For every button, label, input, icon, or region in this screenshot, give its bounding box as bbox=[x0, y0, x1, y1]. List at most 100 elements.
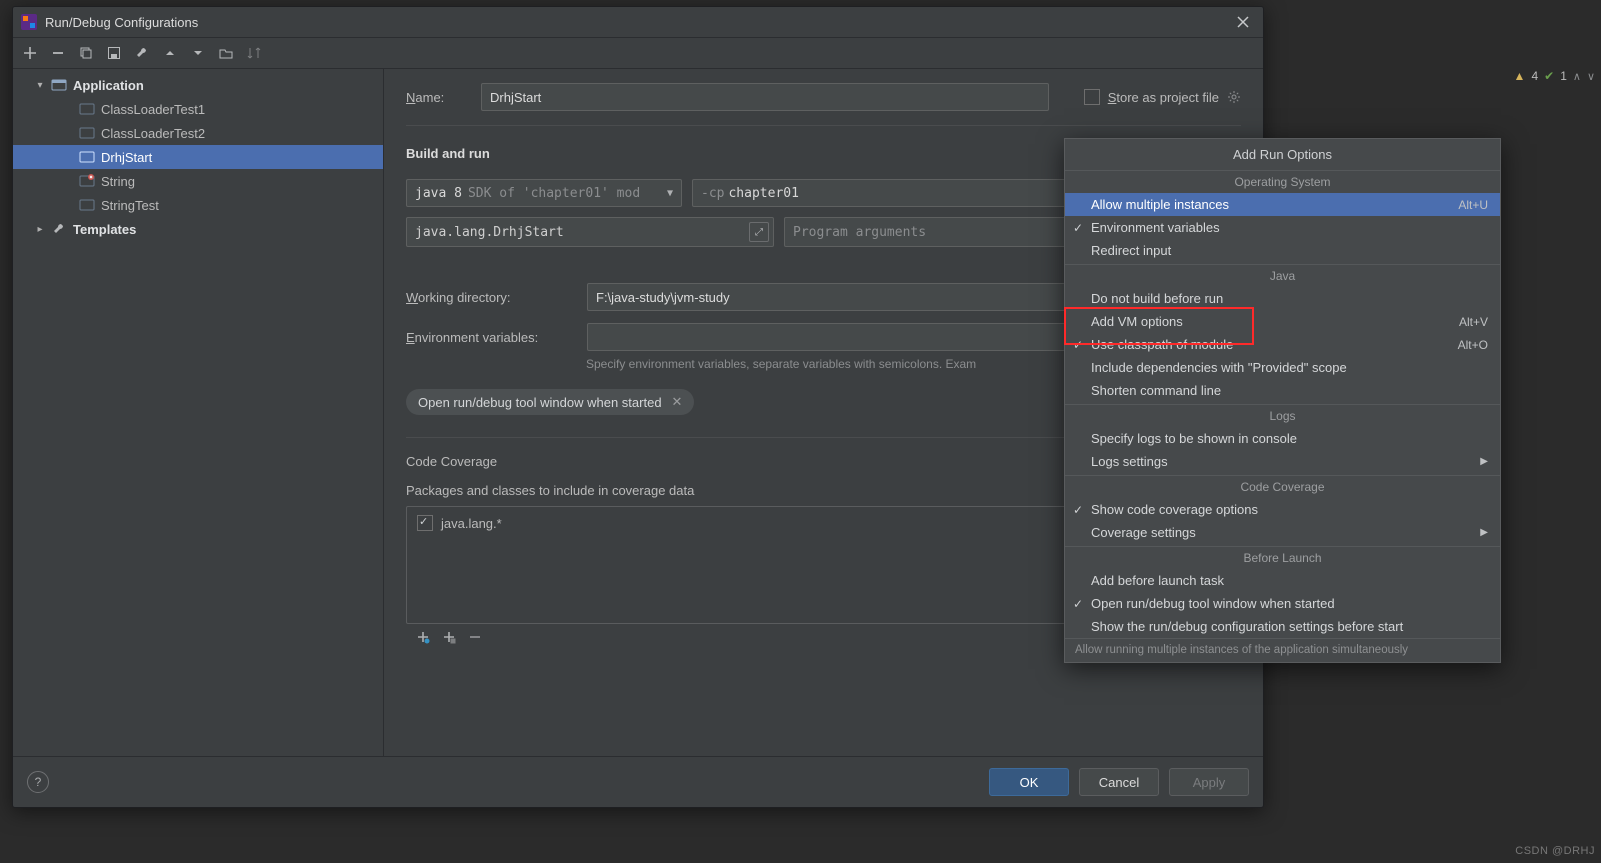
add-icon[interactable] bbox=[23, 46, 37, 60]
wrench-icon[interactable] bbox=[135, 46, 149, 60]
menu-item[interactable]: Allow multiple instancesAlt+U bbox=[1065, 193, 1500, 216]
menu-section-header: Code Coverage bbox=[1065, 475, 1500, 498]
cancel-button[interactable]: Cancel bbox=[1079, 768, 1159, 796]
main-class-field[interactable]: java.lang.DrhjStart ⤢ bbox=[406, 217, 774, 247]
help-icon[interactable]: ? bbox=[27, 771, 49, 793]
run-config-icon bbox=[79, 101, 95, 117]
menu-item[interactable]: Coverage settings ▶ bbox=[1065, 521, 1500, 544]
menu-item[interactable]: Redirect input bbox=[1065, 239, 1500, 262]
menu-item[interactable]: ✓ Show code coverage options bbox=[1065, 498, 1500, 521]
tree-item-drhjstart[interactable]: DrhjStart bbox=[13, 145, 383, 169]
menu-item-label: Specify logs to be shown in console bbox=[1091, 431, 1297, 446]
close-icon[interactable] bbox=[1231, 12, 1255, 32]
remove-icon[interactable] bbox=[51, 46, 65, 60]
config-tree[interactable]: ▾ Application ClassLoaderTest1 ClassLoad… bbox=[13, 69, 384, 756]
copy-icon[interactable] bbox=[79, 46, 93, 60]
check-icon: ✓ bbox=[1073, 597, 1083, 611]
menu-item-label: Show code coverage options bbox=[1091, 502, 1258, 517]
menu-item[interactable]: Add VM optionsAlt+V bbox=[1065, 310, 1500, 333]
chevron-down-icon[interactable]: ∨ bbox=[1587, 70, 1595, 83]
menu-item[interactable]: Include dependencies with "Provided" sco… bbox=[1065, 356, 1500, 379]
modify-options-menu[interactable]: Add Run Options Operating SystemAllow mu… bbox=[1064, 138, 1501, 663]
menu-section-header: Operating System bbox=[1065, 170, 1500, 193]
coverage-item-label: java.lang.* bbox=[441, 516, 502, 531]
tree-item-label: StringTest bbox=[101, 198, 159, 213]
move-up-icon[interactable] bbox=[163, 46, 177, 60]
menu-item-label: Allow multiple instances bbox=[1091, 197, 1229, 212]
expand-icon[interactable]: ⤢ bbox=[749, 222, 769, 242]
move-down-icon[interactable] bbox=[191, 46, 205, 60]
save-icon[interactable] bbox=[107, 46, 121, 60]
tree-node-application[interactable]: ▾ Application bbox=[13, 73, 383, 97]
menu-item-label: Open run/debug tool window when started bbox=[1091, 596, 1335, 611]
close-icon[interactable]: ✕ bbox=[672, 394, 683, 410]
tree-item-label: String bbox=[101, 174, 135, 189]
chevron-up-icon[interactable]: ∧ bbox=[1573, 70, 1581, 83]
warning-icon: ▲ bbox=[1514, 69, 1526, 83]
folder-icon[interactable] bbox=[219, 46, 233, 60]
check-icon: ✓ bbox=[1073, 503, 1083, 517]
menu-item[interactable]: Add before launch task bbox=[1065, 569, 1500, 592]
remove-coverage-icon[interactable] bbox=[468, 630, 482, 644]
watermark: CSDN @DRHJ bbox=[1515, 845, 1595, 857]
menu-item-label: Do not build before run bbox=[1091, 291, 1223, 306]
arrow-right-icon: ▸ bbox=[35, 224, 45, 235]
menu-item[interactable]: Shorten command line bbox=[1065, 379, 1500, 402]
submenu-arrow-icon: ▶ bbox=[1480, 527, 1488, 538]
menu-section-header: Before Launch bbox=[1065, 546, 1500, 569]
ok-button[interactable]: OK bbox=[989, 768, 1069, 796]
menu-item[interactable]: ✓Use classpath of moduleAlt+O bbox=[1065, 333, 1500, 356]
classpath-display[interactable]: -cp chapter01 bbox=[692, 179, 1070, 207]
menu-item-label: Environment variables bbox=[1091, 220, 1220, 235]
apply-button[interactable]: Apply bbox=[1169, 768, 1249, 796]
chevron-down-icon: ▼ bbox=[667, 188, 673, 199]
application-icon bbox=[51, 77, 67, 93]
arrow-down-icon: ▾ bbox=[35, 80, 45, 91]
sort-icon[interactable] bbox=[247, 46, 261, 60]
config-toolbar bbox=[13, 38, 1263, 69]
build-and-run-title: Build and run bbox=[406, 146, 490, 161]
jre-selector[interactable]: java 8 SDK of 'chapter01' mod ▼ bbox=[406, 179, 682, 207]
menu-item-shortcut: Alt+O bbox=[1458, 338, 1488, 352]
working-directory-label: Working directory: bbox=[406, 290, 571, 305]
gear-icon[interactable] bbox=[1227, 90, 1241, 104]
store-as-project-file-checkbox[interactable] bbox=[1084, 89, 1100, 105]
name-field[interactable] bbox=[481, 83, 1049, 111]
add-class-icon[interactable] bbox=[416, 630, 430, 644]
tree-node-templates[interactable]: ▸ Templates bbox=[13, 217, 383, 241]
menu-item[interactable]: ✓ Open run/debug tool window when started bbox=[1065, 592, 1500, 615]
run-config-error-icon bbox=[79, 173, 95, 189]
coverage-item-checkbox[interactable] bbox=[417, 515, 433, 531]
tree-item-classloadertest2[interactable]: ClassLoaderTest2 bbox=[13, 121, 383, 145]
menu-item[interactable]: Logs settings ▶ bbox=[1065, 450, 1500, 473]
menu-item-label: Coverage settings bbox=[1091, 525, 1196, 540]
menu-item-label: Logs settings bbox=[1091, 454, 1168, 469]
tree-item-string[interactable]: String bbox=[13, 169, 383, 193]
check-icon: ✔ bbox=[1544, 69, 1554, 83]
check-icon: ✓ bbox=[1073, 221, 1083, 235]
titlebar: Run/Debug Configurations bbox=[13, 7, 1263, 38]
dialog-title: Run/Debug Configurations bbox=[45, 15, 1231, 30]
check-icon: ✓ bbox=[1073, 338, 1083, 352]
menu-item[interactable]: ✓ Environment variables bbox=[1065, 216, 1500, 239]
check-count: 1 bbox=[1560, 69, 1567, 83]
menu-item[interactable]: Specify logs to be shown in console bbox=[1065, 427, 1500, 450]
wrench-small-icon bbox=[51, 221, 67, 237]
app-logo-icon bbox=[21, 14, 37, 30]
menu-item[interactable]: Do not build before run bbox=[1065, 287, 1500, 310]
run-config-icon bbox=[79, 149, 95, 165]
menu-item-label: Add VM options bbox=[1091, 314, 1183, 329]
run-config-icon bbox=[79, 125, 95, 141]
menu-item-label: Add before launch task bbox=[1091, 573, 1224, 588]
submenu-arrow-icon: ▶ bbox=[1480, 456, 1488, 467]
menu-item[interactable]: Show the run/debug configuration setting… bbox=[1065, 615, 1500, 638]
menu-footer-hint: Allow running multiple instances of the … bbox=[1065, 638, 1500, 662]
menu-title: Add Run Options bbox=[1065, 143, 1500, 168]
tree-item-stringtest[interactable]: StringTest bbox=[13, 193, 383, 217]
add-package-icon[interactable] bbox=[442, 630, 456, 644]
open-tool-window-chip[interactable]: Open run/debug tool window when started … bbox=[406, 389, 694, 415]
environment-variables-label: Environment variables: bbox=[406, 330, 571, 345]
tree-item-classloadertest1[interactable]: ClassLoaderTest1 bbox=[13, 97, 383, 121]
menu-section-header: Java bbox=[1065, 264, 1500, 287]
menu-item-label: Shorten command line bbox=[1091, 383, 1221, 398]
